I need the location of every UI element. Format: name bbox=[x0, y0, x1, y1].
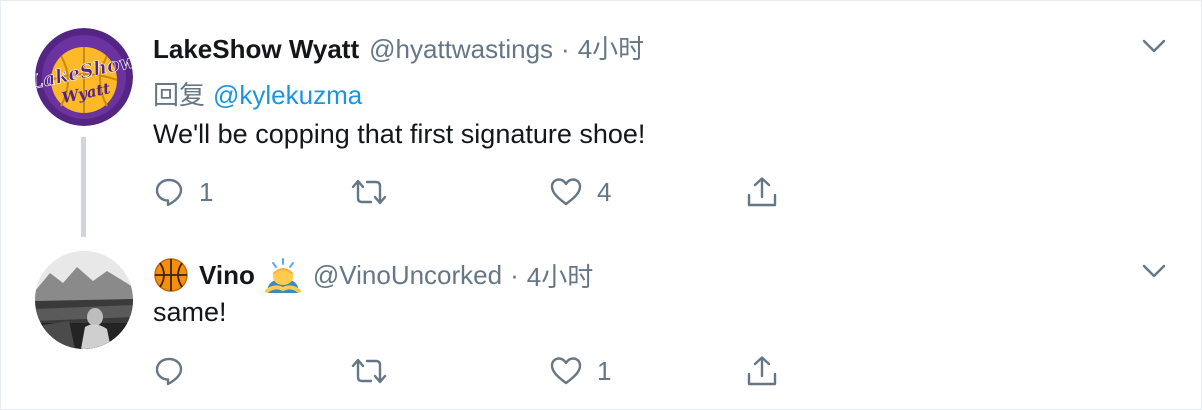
user-name[interactable]: LakeShow Wyatt bbox=[153, 34, 359, 65]
reply-mention-link[interactable]: @kylekuzma bbox=[213, 80, 362, 110]
avatar[interactable] bbox=[35, 251, 133, 349]
share-button[interactable] bbox=[745, 172, 779, 212]
basketball-emoji-icon bbox=[154, 258, 188, 292]
reply-button[interactable]: 1 bbox=[153, 172, 213, 212]
timestamp[interactable]: 4小时 bbox=[578, 29, 644, 66]
like-button[interactable]: 4 bbox=[549, 172, 611, 212]
reply-icon bbox=[155, 357, 183, 386]
thread-connector-line bbox=[81, 137, 86, 237]
person-bowing-emoji-icon bbox=[264, 258, 301, 293]
share-button[interactable] bbox=[745, 351, 779, 391]
tweet-actions: 1 4 bbox=[153, 172, 793, 212]
chevron-down-icon[interactable] bbox=[1141, 258, 1167, 284]
avatar-lakeshow-logo: LakeShow Wyatt bbox=[35, 28, 133, 126]
tweet-text: We'll be copping that first signature sh… bbox=[153, 119, 646, 149]
like-icon bbox=[550, 357, 582, 385]
replying-to: 回复 @kylekuzma bbox=[153, 75, 362, 112]
like-count: 1 bbox=[597, 355, 612, 386]
user-name[interactable]: Vino bbox=[199, 260, 255, 291]
avatar-photo bbox=[35, 251, 133, 349]
tweet[interactable]: LakeShow Wyatt LakeShow Wyatt @hyattwast… bbox=[1, 1, 1201, 237]
conversation-thread: LakeShow Wyatt LakeShow Wyatt @hyattwast… bbox=[0, 0, 1202, 410]
reply-count: 1 bbox=[199, 176, 214, 207]
chevron-down-icon[interactable] bbox=[1141, 33, 1167, 59]
retweet-button[interactable] bbox=[349, 172, 403, 212]
share-icon bbox=[747, 356, 777, 386]
like-count: 4 bbox=[597, 176, 612, 207]
tweet-header: Vino @VinoUncorked · 4小时 bbox=[153, 255, 593, 295]
tweet-actions: 1 bbox=[153, 351, 793, 391]
retweet-icon bbox=[351, 179, 387, 205]
retweet-icon bbox=[351, 358, 387, 384]
reply-button[interactable] bbox=[153, 351, 199, 391]
separator-dot: · bbox=[561, 34, 570, 64]
separator-dot: · bbox=[510, 259, 519, 290]
tweet-text: same! bbox=[153, 297, 227, 327]
user-handle[interactable]: @hyattwastings bbox=[369, 34, 553, 65]
tweet[interactable]: Vino @VinoUncorked · 4小时 same! 1 bbox=[1, 237, 1201, 409]
like-button[interactable]: 1 bbox=[549, 351, 611, 391]
timestamp[interactable]: 4小时 bbox=[527, 257, 593, 294]
share-icon bbox=[747, 177, 777, 207]
reply-prefix: 回复 bbox=[153, 80, 206, 110]
tweet-header: LakeShow Wyatt @hyattwastings · 4小时 bbox=[153, 29, 644, 66]
user-handle[interactable]: @VinoUncorked bbox=[313, 260, 502, 291]
retweet-button[interactable] bbox=[349, 351, 403, 391]
like-icon bbox=[550, 178, 582, 206]
reply-icon bbox=[155, 178, 183, 207]
avatar[interactable]: LakeShow Wyatt bbox=[35, 28, 133, 126]
